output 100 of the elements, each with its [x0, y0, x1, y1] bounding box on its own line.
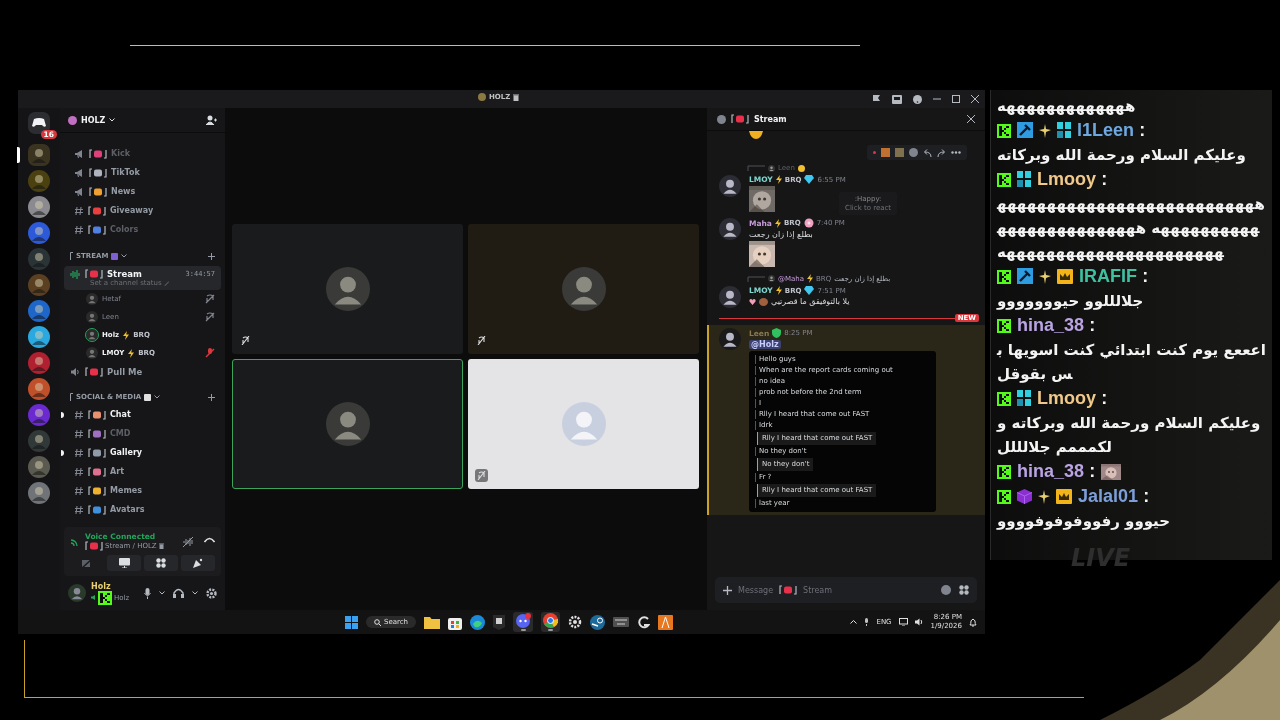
- server-icon[interactable]: [28, 430, 50, 452]
- video-tile[interactable]: [468, 224, 699, 354]
- logo-icon: [997, 173, 1011, 187]
- browser-icon: [543, 613, 559, 629]
- party-icon: [193, 558, 203, 568]
- chevron-up-icon: [850, 620, 858, 624]
- chat-message-text: جلالللوو حيووووووو: [997, 291, 1145, 312]
- user-mention[interactable]: @Holz: [749, 340, 781, 349]
- logo-icon: [997, 490, 1011, 504]
- server-icon[interactable]: [28, 482, 50, 504]
- trash-icon: [513, 93, 520, 101]
- hash-icon: [74, 409, 84, 420]
- avatar: [86, 329, 98, 341]
- chat-message-text: هههههههههههههههههههههههههههههههههههههه هههههههههههههههههههههههههههههههههههههه: [997, 194, 1266, 263]
- channel-item[interactable]: News: [64, 182, 221, 201]
- logo-icon: [997, 270, 1011, 284]
- server-icon[interactable]: [28, 274, 50, 296]
- channel-item[interactable]: Art: [64, 462, 221, 481]
- server-icon[interactable]: [28, 456, 50, 478]
- server-icon[interactable]: [28, 378, 50, 400]
- chevron-icon: [192, 591, 198, 595]
- chat-username[interactable]: IRAFIF: [1079, 266, 1137, 286]
- avatar: [325, 267, 370, 311]
- pencil-icon: [163, 280, 170, 286]
- activities-button[interactable]: [144, 555, 178, 571]
- video-tile[interactable]: [468, 359, 699, 489]
- channel-item[interactable]: Memes: [64, 481, 221, 500]
- chat-separator: :: [1139, 120, 1146, 140]
- server-icon[interactable]: [28, 326, 50, 348]
- avatar: [719, 328, 741, 350]
- taskbar-app[interactable]: [541, 612, 561, 632]
- server-icon[interactable]: [28, 300, 50, 322]
- emoji-icon: [909, 148, 918, 157]
- server-icon[interactable]: [28, 222, 50, 244]
- channel-name: Stream: [803, 585, 832, 595]
- chat-username[interactable]: Lmooy: [1037, 388, 1096, 408]
- channel-item[interactable]: Chat: [64, 405, 221, 424]
- chevron-icon: [154, 395, 161, 399]
- chat-username[interactable]: hina_38: [1017, 461, 1085, 481]
- server-icon[interactable]: [28, 144, 50, 166]
- chat-username[interactable]: Jalal01: [1078, 486, 1139, 506]
- soundboard-button[interactable]: [181, 555, 215, 571]
- add-icon: [208, 252, 215, 260]
- hash-icon: [74, 504, 84, 515]
- taskbar-app[interactable]: [493, 612, 506, 632]
- video-tile[interactable]: [232, 224, 463, 354]
- avatar: [325, 402, 370, 446]
- taskbar-app[interactable]: [590, 612, 606, 632]
- server-name[interactable]: HOLZ: [81, 115, 106, 125]
- add-icon: [723, 585, 732, 595]
- server-icon[interactable]: [28, 352, 50, 374]
- heart-icon: [749, 298, 756, 305]
- chat-separator: :: [1101, 388, 1108, 408]
- activities-icon: [156, 558, 166, 568]
- chevron-icon: [109, 118, 116, 122]
- logo-icon: [997, 392, 1011, 406]
- more-icon: [951, 151, 961, 154]
- server-icon[interactable]: [28, 196, 50, 218]
- message-text: يلا بالتوفيقق ما قصرتيي: [771, 297, 850, 306]
- bracketed-emoji-icon: [85, 541, 103, 551]
- placeholder-text: Message: [738, 585, 774, 595]
- megaphone-icon: [74, 148, 85, 159]
- avatar: [68, 584, 86, 602]
- chat-username[interactable]: l1Leen: [1077, 120, 1135, 140]
- server-icon[interactable]: [28, 248, 50, 270]
- folder-icon: [424, 615, 441, 629]
- sparkle-icon: [1039, 124, 1051, 138]
- taskbar-app[interactable]: [513, 612, 534, 632]
- microphone-icon: [864, 618, 870, 626]
- thread-icon: [717, 114, 726, 124]
- server-icon[interactable]: [28, 404, 50, 426]
- emoji-icon: [941, 585, 951, 595]
- channel-item[interactable]: TikTok: [64, 163, 221, 182]
- deafened-icon: [241, 336, 250, 345]
- chevron-icon: [159, 591, 165, 595]
- bracket-icon: [70, 393, 73, 401]
- chat-username[interactable]: hina_38: [1017, 315, 1085, 335]
- taskbar-app[interactable]: [470, 612, 486, 632]
- channel-item[interactable]: Avatars: [64, 500, 221, 519]
- taskbar-app[interactable]: [658, 612, 674, 632]
- grid-badge-icon: [1057, 122, 1071, 138]
- channel-name: Pull Me: [107, 367, 143, 377]
- channel-item[interactable]: Gallery: [64, 443, 221, 462]
- chat-username[interactable]: Lmooy: [1037, 169, 1096, 189]
- noise-off-icon: [183, 536, 194, 547]
- search-icon: [374, 618, 381, 626]
- avatar: [719, 175, 741, 197]
- video-tile[interactable]: [232, 359, 463, 489]
- diamond-icon: [804, 175, 815, 184]
- chat-separator: :: [1142, 266, 1149, 286]
- shield-logo-icon: [493, 614, 506, 630]
- apps-icon: [959, 585, 969, 595]
- screen-share-icon: [118, 558, 130, 568]
- network-icon: [898, 618, 908, 626]
- server-icon[interactable]: [28, 170, 50, 192]
- channel-item[interactable]: Giveaway: [64, 201, 221, 220]
- screenshot-image[interactable]: [749, 351, 936, 512]
- screen-share-button[interactable]: [107, 555, 141, 571]
- steam-icon: [590, 614, 606, 630]
- close-button[interactable]: [967, 115, 975, 123]
